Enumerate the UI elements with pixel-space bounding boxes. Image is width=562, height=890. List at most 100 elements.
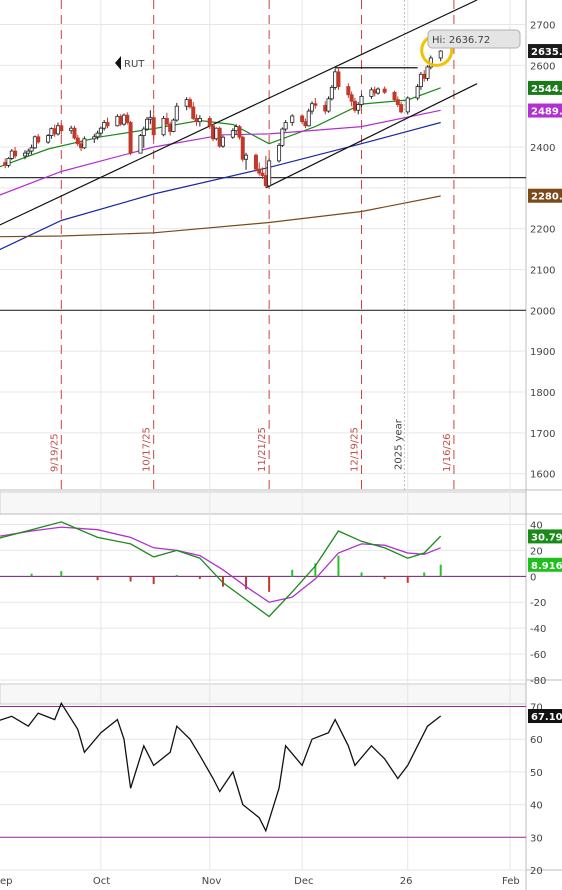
candle-body <box>267 160 272 187</box>
candle-body <box>310 103 315 112</box>
candle-body <box>72 127 77 139</box>
candle-body <box>438 50 443 59</box>
candle-body <box>125 114 130 123</box>
rsi-tick-label: 40 <box>530 801 543 812</box>
macd-tick-label: -80 <box>530 676 546 687</box>
candle-body <box>326 98 331 112</box>
candle-body <box>303 121 308 127</box>
candle-body <box>313 103 318 106</box>
candle-body <box>29 147 34 152</box>
candle-body <box>280 128 285 146</box>
candle-body <box>164 118 169 125</box>
candle-body <box>356 104 361 111</box>
candle-body <box>220 136 225 147</box>
candle-body <box>418 73 423 87</box>
candle-body <box>422 73 427 79</box>
price-value-tag: 2544.7 <box>531 84 562 95</box>
macd-histogram-bar <box>423 572 426 577</box>
macd-histogram-bar <box>291 569 294 577</box>
event-line-label: 11/21/25 <box>257 427 268 472</box>
candle-body <box>82 138 87 149</box>
candle-body <box>115 115 120 127</box>
rsi-value-tag: 67.10 <box>531 712 562 723</box>
candle-body <box>49 128 54 136</box>
candle-body <box>145 118 150 130</box>
candle-body <box>382 88 387 93</box>
macd-histogram-bar <box>360 572 363 577</box>
candle-body <box>290 115 295 123</box>
x-tick-label: Oct <box>93 876 110 887</box>
candle-body <box>6 158 11 166</box>
macd-tick-label: 0 <box>530 572 536 583</box>
candle-body <box>352 100 357 111</box>
price-tick-label: 1900 <box>530 347 555 358</box>
candle-body <box>300 115 305 123</box>
price-tick-label: 2200 <box>530 225 555 236</box>
price-tick-label: 1800 <box>530 388 555 399</box>
candle-body <box>237 126 242 138</box>
candle-body <box>369 89 374 97</box>
candle-body <box>9 150 14 159</box>
candle-body <box>329 86 334 100</box>
macd-histogram-bar <box>198 576 201 579</box>
stock-chart: 1600 1700 1800 1900 2000 2100 2200 2400 2600 2700… <box>0 0 562 890</box>
candle-body <box>138 135 143 154</box>
symbol-label: RUT <box>124 59 145 70</box>
rsi-tick-label: 50 <box>530 768 543 779</box>
hi-callout-text: Hi: 2636.72 <box>432 35 490 46</box>
candle-body <box>118 115 123 125</box>
price-tick-label: 2700 <box>530 21 555 32</box>
macd-value-tag: 30.79 <box>531 532 562 543</box>
year-marker-label: 2025 year <box>393 418 404 470</box>
candle-body <box>105 122 110 127</box>
macd-tick-label: -40 <box>530 624 546 635</box>
macd-histogram-bar <box>175 575 178 577</box>
candle-body <box>184 99 189 107</box>
x-tick-label: ep <box>0 876 13 887</box>
candle-body <box>171 119 176 132</box>
candle-body <box>187 99 192 108</box>
macd-histogram-bar <box>129 576 132 582</box>
candle-body <box>230 130 235 138</box>
candle-body <box>59 125 64 132</box>
macd-tick-label: -20 <box>530 598 546 609</box>
candle-body <box>244 154 249 160</box>
candle-body <box>79 143 84 149</box>
macd-value-tag: 8.916 <box>531 561 562 572</box>
rsi-tick-label: 20 <box>530 866 543 877</box>
candle-body <box>141 128 146 136</box>
candle-body <box>128 122 133 154</box>
macd-tick-label: 20 <box>530 546 543 557</box>
candle-body <box>260 172 265 176</box>
candle-body <box>376 88 381 94</box>
candle-body <box>405 97 410 113</box>
candle-body <box>46 135 51 143</box>
rsi-tick-label: 60 <box>530 735 543 746</box>
price-tick-label: 2600 <box>530 61 555 72</box>
candle-body <box>102 122 107 129</box>
candle-body <box>234 126 239 132</box>
price-value-tag: 2489.3 <box>531 107 562 118</box>
candle-body <box>55 125 60 135</box>
price-tick-label: 2400 <box>530 143 555 154</box>
event-line-label: 12/19/25 <box>350 427 361 472</box>
candle-body <box>197 118 202 123</box>
candle-body <box>372 89 377 94</box>
candle-body <box>191 106 196 119</box>
candle-body <box>151 117 156 136</box>
macd-histogram-bar <box>268 576 271 592</box>
candle-body <box>161 118 166 136</box>
candle-body <box>425 66 430 79</box>
candle-body <box>240 136 245 160</box>
candle-body <box>395 99 400 105</box>
candle-body <box>69 127 74 132</box>
macd-histogram-bar <box>383 576 386 579</box>
candle-body <box>13 150 18 157</box>
macd-histogram-bar <box>152 576 155 585</box>
candle-body <box>148 117 153 120</box>
candle-body <box>174 105 179 121</box>
event-line-label: 10/17/25 <box>142 427 153 472</box>
candle-body <box>168 123 173 132</box>
macd-panel-header <box>0 491 527 515</box>
candle-body <box>277 144 282 162</box>
